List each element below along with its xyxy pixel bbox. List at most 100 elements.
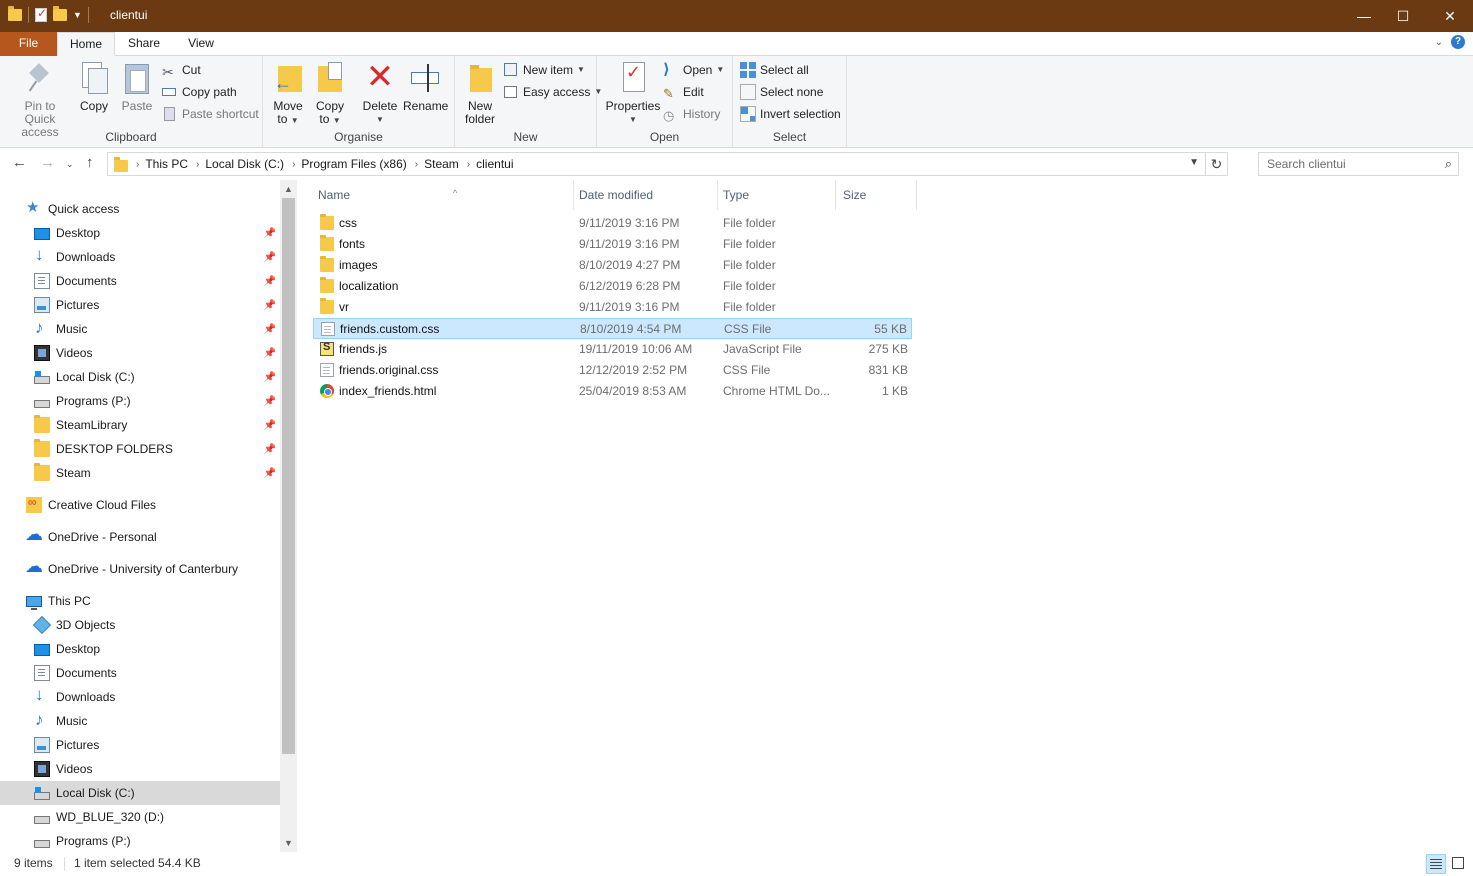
- nav-onedrive-uc[interactable]: OneDrive - University of Canterbury: [0, 556, 280, 581]
- nav-quick-music[interactable]: Music📌: [0, 317, 280, 341]
- nav-quick-access[interactable]: Quick access: [0, 197, 280, 221]
- file-row-selected[interactable]: friends.custom.css 8/10/2019 4:54 PM CSS…: [313, 318, 912, 339]
- nav-creative-cloud[interactable]: Creative Cloud Files: [0, 493, 280, 517]
- pin-icon[interactable]: 📌: [264, 396, 276, 407]
- select-none-button[interactable]: Select none: [740, 82, 823, 102]
- nav-pc-programs[interactable]: Programs (P:): [0, 829, 280, 853]
- nav-pc-videos[interactable]: Videos: [0, 757, 280, 781]
- scroll-down-icon[interactable]: ▼: [280, 838, 297, 848]
- column-header-name[interactable]: Name ^: [313, 180, 574, 210]
- nav-pc-desktop[interactable]: Desktop: [0, 637, 280, 661]
- search-box[interactable]: ⌕: [1258, 152, 1459, 176]
- tab-home[interactable]: Home: [57, 32, 115, 56]
- pin-icon[interactable]: 📌: [264, 276, 276, 287]
- new-item-button[interactable]: New item ▼: [503, 60, 585, 80]
- nav-pc-3d-objects[interactable]: 3D Objects: [0, 613, 280, 637]
- file-row[interactable]: fonts 9/11/2019 3:16 PM File folder: [313, 234, 912, 255]
- new-folder-button[interactable]: New folder: [463, 60, 497, 126]
- properties-icon[interactable]: [35, 6, 47, 22]
- nav-quick-programs[interactable]: Programs (P:) 📌: [0, 389, 280, 413]
- file-row[interactable]: index_friends.html 25/04/2019 8:53 AM Ch…: [313, 381, 912, 402]
- recent-locations-chevron-icon[interactable]: ⌄: [66, 159, 74, 170]
- help-icon[interactable]: ?: [1451, 35, 1465, 49]
- file-row[interactable]: css 9/11/2019 3:16 PM File folder: [313, 213, 912, 234]
- copy-to-button[interactable]: Copy to ▼: [313, 60, 347, 127]
- edit-button[interactable]: ✎ Edit: [663, 82, 704, 102]
- nav-quick-videos[interactable]: Videos 📌: [0, 341, 280, 365]
- column-header-size[interactable]: Size: [838, 180, 917, 210]
- select-all-button[interactable]: Select all: [740, 60, 809, 80]
- nav-pc-local-disk[interactable]: Local Disk (C:): [0, 781, 280, 805]
- nav-quick-desktop-folders[interactable]: DESKTOP FOLDERS 📌: [0, 437, 280, 461]
- nav-pc-music[interactable]: Music: [0, 709, 280, 733]
- nav-quick-steamlibrary[interactable]: SteamLibrary 📌: [0, 413, 280, 437]
- close-button[interactable]: ✕: [1427, 0, 1473, 32]
- nav-quick-pictures[interactable]: Pictures 📌: [0, 293, 280, 317]
- tab-file[interactable]: File: [0, 32, 57, 56]
- pin-icon[interactable]: 📌: [264, 372, 276, 383]
- copy-button[interactable]: Copy: [78, 60, 110, 113]
- details-view-icon[interactable]: [1426, 854, 1446, 874]
- properties-button[interactable]: ✓ Properties ▼: [605, 60, 661, 126]
- paste-button[interactable]: Paste: [120, 60, 154, 113]
- open-button[interactable]: ⟩ Open ▼: [663, 60, 724, 80]
- nav-onedrive-personal[interactable]: OneDrive - Personal: [0, 524, 280, 549]
- breadcrumb-clientui[interactable]: clientui: [476, 157, 513, 171]
- breadcrumb-program-files[interactable]: Program Files (x86): [301, 157, 406, 171]
- pin-icon[interactable]: 📌: [264, 468, 276, 479]
- up-arrow-icon[interactable]: ↑: [86, 154, 94, 171]
- copy-path-button[interactable]: Copy path: [162, 82, 237, 102]
- move-to-button[interactable]: ← Move to ▼: [271, 60, 305, 127]
- tab-share[interactable]: Share: [115, 32, 173, 56]
- nav-quick-documents[interactable]: Documents 📌: [0, 269, 280, 293]
- nav-scrollbar[interactable]: ▲ ▼: [280, 180, 297, 852]
- address-bar[interactable]: › This PC › Local Disk (C:) › Program Fi…: [107, 152, 1228, 176]
- file-row[interactable]: localization 6/12/2019 6:28 PM File fold…: [313, 276, 912, 297]
- delete-button[interactable]: ✕ Delete ▼: [361, 60, 399, 126]
- file-row[interactable]: images 8/10/2019 4:27 PM File folder: [313, 255, 912, 276]
- breadcrumb-local-disk[interactable]: Local Disk (C:): [205, 157, 284, 171]
- nav-quick-downloads[interactable]: Downloads📌: [0, 245, 280, 269]
- easy-access-button[interactable]: Easy access ▼: [503, 82, 602, 102]
- nav-pc-downloads[interactable]: Downloads: [0, 685, 280, 709]
- pin-icon[interactable]: 📌: [264, 348, 276, 359]
- history-button[interactable]: ◷ History: [663, 104, 720, 124]
- pin-icon[interactable]: 📌: [264, 444, 276, 455]
- paste-shortcut-button[interactable]: Paste shortcut: [162, 104, 259, 124]
- nav-pc-documents[interactable]: Documents: [0, 661, 280, 685]
- pin-icon[interactable]: 📌: [264, 228, 276, 239]
- pin-icon[interactable]: 📌: [264, 252, 276, 263]
- pin-icon[interactable]: 📌: [264, 324, 276, 335]
- nav-this-pc[interactable]: This PC: [0, 589, 280, 613]
- breadcrumb-steam[interactable]: Steam: [424, 157, 459, 171]
- column-header-type[interactable]: Type: [718, 180, 836, 210]
- invert-selection-button[interactable]: Invert selection: [740, 104, 841, 124]
- chevron-down-icon[interactable]: ▼: [73, 10, 82, 20]
- breadcrumb-this-pc[interactable]: This PC: [145, 157, 188, 171]
- back-arrow-icon[interactable]: ←: [12, 154, 27, 171]
- nav-quick-desktop[interactable]: Desktop 📌: [0, 221, 280, 245]
- file-row[interactable]: friends.js 19/11/2019 10:06 AM JavaScrip…: [313, 339, 912, 360]
- nav-pc-wd-blue[interactable]: WD_BLUE_320 (D:): [0, 805, 280, 829]
- chevron-down-icon[interactable]: ⌄: [1435, 37, 1443, 48]
- forward-arrow-icon[interactable]: →: [40, 154, 55, 171]
- nav-quick-steam[interactable]: Steam 📌: [0, 461, 280, 485]
- new-folder-icon[interactable]: [53, 6, 67, 21]
- pin-icon[interactable]: 📌: [264, 420, 276, 431]
- tab-view[interactable]: View: [173, 32, 229, 56]
- pin-to-quick-access-button[interactable]: Pin to Quick access: [8, 60, 72, 139]
- maximize-button[interactable]: ☐: [1380, 0, 1426, 32]
- search-icon[interactable]: ⌕: [1445, 156, 1452, 172]
- file-row[interactable]: friends.original.css 12/12/2019 2:52 PM …: [313, 360, 912, 381]
- scroll-up-icon[interactable]: ▲: [280, 184, 297, 194]
- scrollbar-thumb[interactable]: [282, 198, 295, 754]
- rename-button[interactable]: Rename: [403, 60, 448, 113]
- pin-icon[interactable]: 📌: [264, 300, 276, 311]
- refresh-icon[interactable]: ↻: [1205, 152, 1227, 176]
- large-icons-view-icon[interactable]: [1449, 854, 1469, 874]
- file-row[interactable]: vr 9/11/2019 3:16 PM File folder: [313, 297, 912, 318]
- cut-button[interactable]: ✂ Cut: [162, 60, 201, 80]
- column-header-date[interactable]: Date modified: [574, 180, 718, 210]
- nav-quick-local-disk[interactable]: Local Disk (C:) 📌: [0, 365, 280, 389]
- nav-pc-pictures[interactable]: Pictures: [0, 733, 280, 757]
